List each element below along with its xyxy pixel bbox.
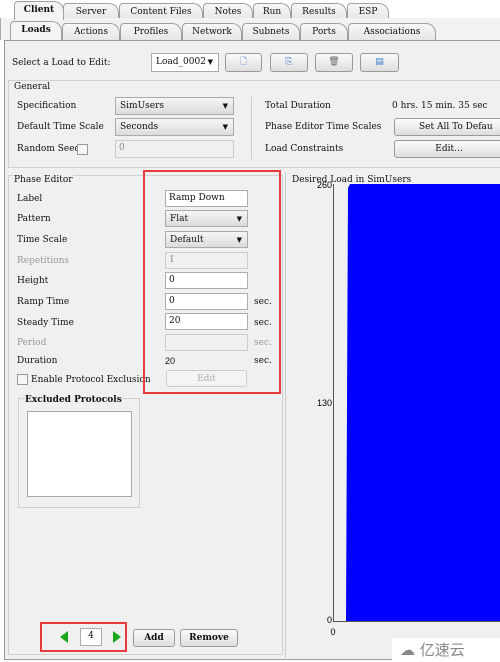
general-divider	[251, 97, 252, 159]
enable-exclusion-checkbox[interactable]	[17, 374, 28, 385]
general-title: General	[14, 82, 51, 92]
properties-button[interactable]: ▤	[360, 53, 399, 72]
tab-actions[interactable]: Actions	[62, 23, 120, 40]
tab-ports[interactable]: Ports	[300, 23, 348, 40]
duration-label: Duration	[17, 356, 58, 366]
y-tick-130: 130	[317, 398, 332, 408]
y-tick-0: 0	[327, 615, 332, 625]
load-select-value: Load_0002	[156, 57, 206, 67]
load-select[interactable]: Load_0002 ▼	[151, 53, 219, 72]
specification-select[interactable]: SimUsers ▼	[115, 97, 234, 115]
random-seed-checkbox[interactable]	[77, 144, 88, 155]
pattern-label: Pattern	[17, 214, 51, 224]
random-seed-label: Random Seed	[17, 144, 81, 154]
phase-fields-highlight	[143, 170, 281, 394]
tab-network[interactable]: Network	[182, 23, 242, 40]
tab-client[interactable]: Client	[14, 1, 64, 20]
properties-icon: ▤	[375, 57, 384, 67]
delete-load-icon: 🗑	[328, 57, 340, 67]
default-time-scale-select[interactable]: Seconds ▼	[115, 118, 234, 136]
ramp-time-label: Ramp Time	[17, 297, 70, 307]
remove-phase-button[interactable]: Remove	[180, 629, 238, 647]
add-phase-button[interactable]: Add	[133, 629, 175, 647]
chevron-down-icon: ▼	[207, 58, 213, 66]
phase-time-scales-label: Phase Editor Time Scales	[265, 122, 382, 132]
new-load-icon: 🗋	[239, 57, 248, 67]
total-duration-label: Total Duration	[265, 101, 331, 111]
label-label: Label	[17, 194, 43, 204]
load-area	[346, 184, 500, 621]
set-all-default-button[interactable]: Set All To Defau	[394, 118, 500, 136]
load-constraints-label: Load Constraints	[265, 144, 344, 154]
tab-loads[interactable]: Loads	[10, 21, 62, 40]
default-time-scale-label: Default Time Scale	[17, 122, 104, 132]
watermark-logo: ☁ 亿速云	[392, 638, 500, 662]
x-tick-0: 0	[330, 627, 335, 637]
tab-profiles[interactable]: Profiles	[120, 23, 182, 40]
copy-load-button[interactable]: ⎘	[270, 53, 308, 72]
new-load-button[interactable]: 🗋	[225, 53, 262, 72]
random-seed-input[interactable]: 0	[115, 140, 234, 158]
total-duration-value: 0 hrs. 15 min. 35 sec	[392, 101, 488, 111]
specification-value: SimUsers	[120, 101, 165, 111]
select-load-label: Select a Load to Edit:	[12, 58, 111, 68]
steady-time-label: Steady Time	[17, 318, 74, 328]
chevron-down-icon: ▼	[222, 123, 228, 131]
tab-associations[interactable]: Associations	[348, 23, 436, 40]
phase-nav-highlight	[40, 622, 127, 652]
load-chart: 260 130 0 0	[317, 180, 500, 637]
specification-label: Specification	[17, 101, 77, 111]
load-constraints-edit-button[interactable]: Edit...	[394, 140, 500, 158]
period-label: Period	[17, 338, 47, 348]
phase-editor-title: Phase Editor	[14, 175, 73, 185]
tab-subnets[interactable]: Subnets	[242, 23, 300, 40]
delete-load-button[interactable]: 🗑	[315, 53, 353, 72]
default-time-scale-value: Seconds	[120, 122, 159, 132]
height-label: Height	[17, 276, 49, 286]
excluded-protocols-list[interactable]	[27, 411, 132, 497]
chart-title: Desired Load in SimUsers	[292, 175, 412, 185]
excluded-protocols-title: Excluded Protocols	[25, 395, 122, 405]
time-scale-label: Time Scale	[17, 235, 68, 245]
copy-load-icon: ⎘	[285, 57, 293, 67]
enable-exclusion-label: Enable Protocol Exclusion	[31, 375, 151, 385]
chevron-down-icon: ▼	[222, 102, 228, 110]
repetitions-label: Repetitions	[17, 256, 70, 266]
